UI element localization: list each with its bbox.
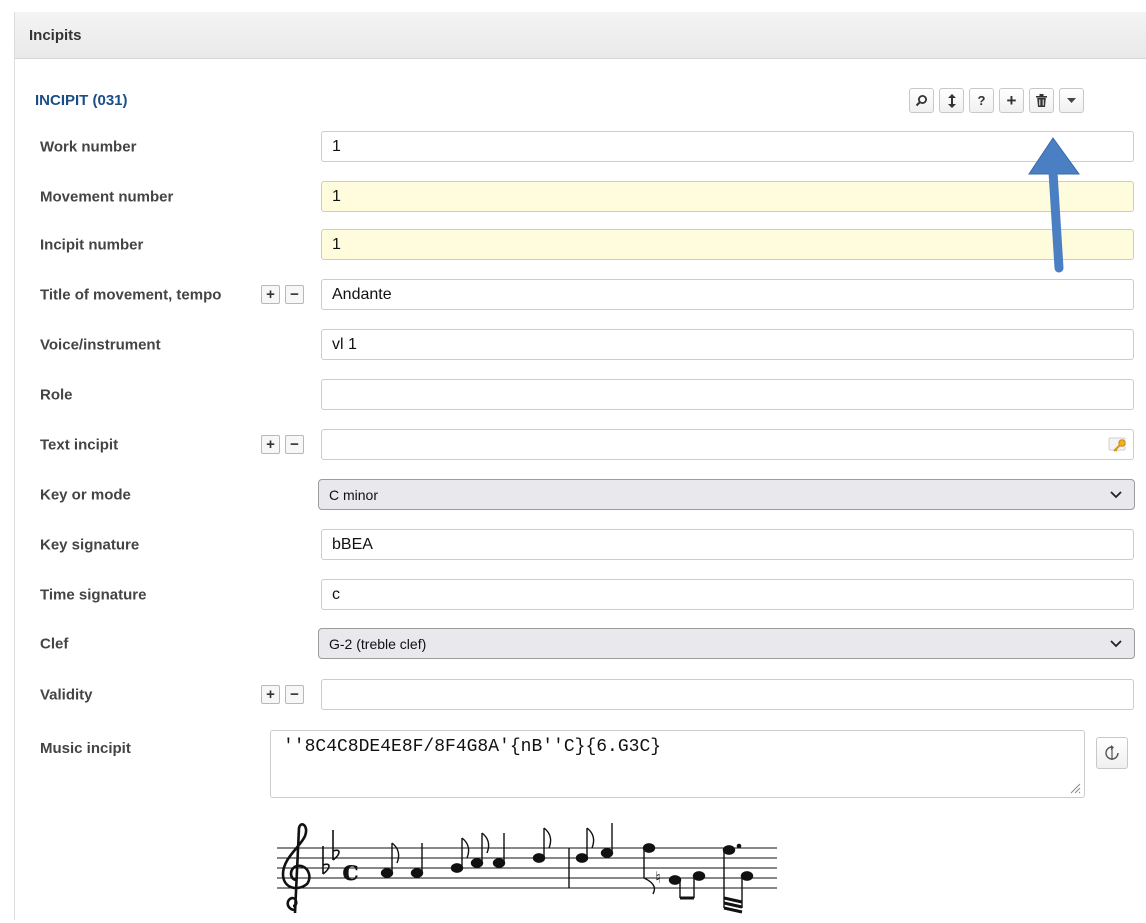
key-mode-value: C minor [329,486,379,503]
validity-remove-button[interactable]: − [285,685,304,704]
key-icon[interactable] [1107,436,1129,454]
text-incipit-add-button[interactable]: + [261,435,280,454]
move-icon [947,93,956,108]
text-incipit-label: Text incipit [40,436,119,454]
move-button[interactable] [939,88,964,113]
validity-pm: + − [261,685,304,704]
trash-icon [1036,94,1047,107]
text-incipit-remove-button[interactable]: − [285,435,304,454]
row-time-signature: Time signature c [15,578,1146,612]
row-incipit-number: Incipit number 1 [15,228,1146,262]
role-label: Role [40,386,73,404]
row-work-number: Work number 1 [15,130,1146,164]
validity-add-button[interactable]: + [261,685,280,704]
search-icon [915,95,927,107]
help-button[interactable]: ? [969,88,994,113]
voice-instrument-input[interactable]: vl 1 [321,329,1134,360]
text-incipit-input[interactable] [321,429,1134,460]
music-incipit-label: Music incipit [40,740,131,757]
key-signature-label: Key signature [40,536,140,554]
add-button[interactable]: + [999,88,1024,113]
music-incipit-textarea[interactable]: ''8C4C8DE4E8F/8F4G8A'{nB''C}{6.G3C} [270,730,1085,798]
annotation-arrow [1028,137,1080,273]
row-clef: Clef G-2 (treble clef) [15,627,1146,661]
search-button[interactable] [909,88,934,113]
refresh-incipit-button[interactable] [1096,737,1128,769]
clef-select[interactable]: G-2 (treble clef) [318,628,1135,659]
row-key-mode: Key or mode C minor [15,478,1146,512]
incipit-toolbar: ? + [909,88,1084,113]
chevron-down-icon [1110,490,1122,498]
plus-icon: + [1006,90,1017,110]
common-time-icon: c [342,854,359,887]
svg-text:♮: ♮ [655,868,661,887]
text-incipit-pm: + − [261,435,304,454]
title-movement-pm: + − [261,285,304,304]
incipit-number-label: Incipit number [40,236,144,254]
key-mode-label: Key or mode [40,486,131,504]
validity-input[interactable] [321,679,1134,710]
title-movement-add-button[interactable]: + [261,285,280,304]
incipit-number-input[interactable]: 1 [321,229,1134,260]
music-incipit-value: ''8C4C8DE4E8F/8F4G8A'{nB''C}{6.G3C} [283,737,662,757]
voice-instrument-label: Voice/instrument [40,336,161,354]
row-text-incipit: Text incipit + − [15,428,1146,462]
movement-number-label: Movement number [40,188,174,206]
row-validity: Validity + − [15,678,1146,712]
flat-icon [322,830,340,875]
row-role: Role [15,378,1146,412]
caret-down-icon [1067,97,1076,103]
section-title: INCIPIT (031) [35,92,128,109]
validity-label: Validity [40,686,93,704]
row-key-signature: Key signature bBEA [15,528,1146,562]
clef-value: G-2 (treble clef) [329,635,427,652]
more-dropdown-button[interactable] [1059,88,1084,113]
title-movement-label: Title of movement, tempo [40,286,222,304]
delete-button[interactable] [1029,88,1054,113]
panel-title: Incipits [29,26,82,44]
time-signature-input[interactable]: c [321,579,1134,610]
title-movement-remove-button[interactable]: − [285,285,304,304]
music-incipit-preview: c ♮ [277,823,777,914]
movement-number-input[interactable]: 1 [321,181,1134,212]
role-input[interactable] [321,379,1134,410]
title-movement-input[interactable]: Andante [321,279,1134,310]
work-number-label: Work number [40,138,137,156]
work-number-input[interactable]: 1 [321,131,1134,162]
row-movement-number: Movement number 1 [15,180,1146,214]
time-signature-label: Time signature [40,586,147,604]
help-icon: ? [977,93,986,108]
chevron-down-icon [1110,639,1122,647]
refresh-icon [1105,745,1119,760]
row-title-movement: Title of movement, tempo + − Andante [15,278,1146,312]
row-voice-instrument: Voice/instrument vl 1 [15,328,1146,362]
resize-grip-icon[interactable] [1069,782,1081,794]
key-mode-select[interactable]: C minor [318,479,1135,510]
key-signature-input[interactable]: bBEA [321,529,1134,560]
treble-clef-icon [281,823,311,914]
clef-label: Clef [40,635,69,653]
panel-header: Incipits [15,12,1146,59]
incipits-panel: Incipits INCIPIT (031) ? + Work number 1… [14,12,1146,920]
